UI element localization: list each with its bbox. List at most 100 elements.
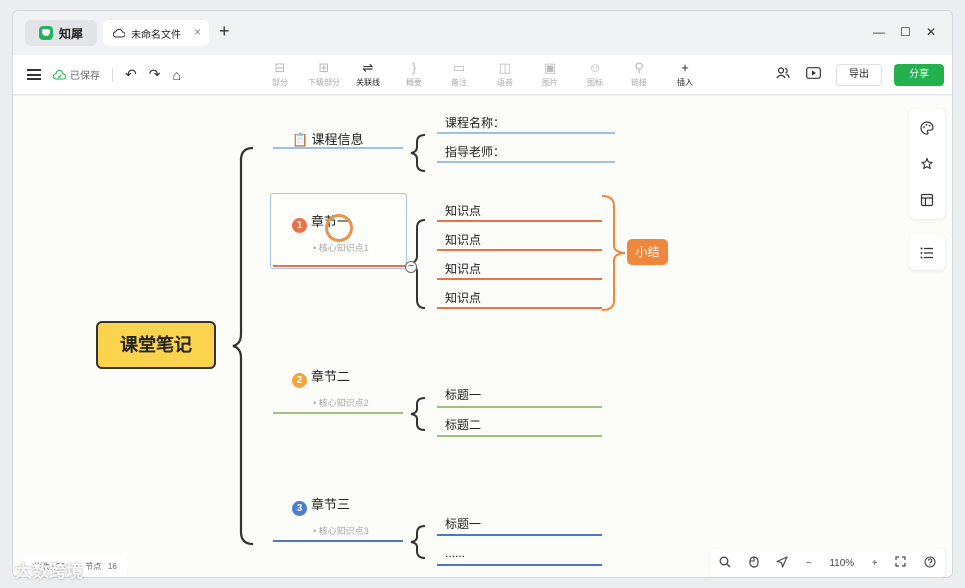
format-painter-icon[interactable]: ⌂ [172,67,180,83]
tool-relation-line[interactable]: ⇌ 关联线 [351,59,385,88]
tool-image[interactable]: ▣ 图片 [533,59,567,88]
chapter-3-sub-text: 核心知识点3 [318,526,369,536]
image-icon: ▣ [543,60,557,75]
tool-voice-label: 语音 [497,78,513,87]
summary-icon: } [411,60,417,75]
relation-line-icon: ⇌ [362,60,374,75]
voice-icon: ◫ [498,60,512,75]
zoom-in-button[interactable]: + [872,558,878,569]
tool-relation-line-label: 关联线 [356,78,380,87]
magic-icon[interactable] [909,145,945,181]
tool-summary[interactable]: } 概要 [397,59,431,88]
root-node[interactable]: 课堂笔记 [96,321,216,369]
document-tab-title: 未命名文件 [131,29,181,41]
teacher-underline [437,161,615,163]
chapter-2-node[interactable]: 2 章节二 [292,366,350,388]
tool-part[interactable]: ⊟ 部分 [263,59,297,88]
tool-emoji-label: 图标 [587,78,603,87]
heading-2-2-underline [437,435,602,437]
minimize-button[interactable]: — [873,25,885,39]
heading-2-2-node[interactable]: 标题二 [445,416,481,433]
chapter-3-node[interactable]: 3 章节三 [292,494,350,516]
teacher-node[interactable]: 指导老师： [445,143,505,160]
chapter-2-sub: • 核心知识点2 [313,398,369,408]
course-info-underline [273,147,403,149]
tool-link[interactable]: ⚲ 链接 [622,59,656,88]
palette-icon[interactable] [909,109,945,145]
number-3-icon: 3 [292,501,307,516]
knowledge-underline-4 [437,307,602,309]
knowledge-node-2[interactable]: 知识点 [445,231,481,248]
collapse-toggle[interactable]: − [405,261,417,273]
chapter-1-sub: • 核心知识点1 [313,243,369,253]
toolbar: 已保存 ↶ ↷ ⌂ ⊟ 部分 ⊞ 下级部分 ⇌ 关联线 } 概要 ▭ 备注 ◫ 语音 ▣ 图片… [13,55,952,95]
document-tab[interactable]: 未命名文件 × [103,20,209,46]
share-button[interactable]: 分享 [894,64,944,86]
tool-insert[interactable]: + 插入 [668,59,702,88]
app-window: 知犀 未命名文件 × + — ☐ ✕ 已保存 ↶ ↷ ⌂ ⊟ 部分 ⊞ 下级部分 ⇌… [12,10,953,578]
knowledge-underline-3 [437,278,602,280]
search-icon[interactable] [719,556,731,571]
menu-icon[interactable] [27,69,41,80]
clipboard-icon: 📋 [292,132,309,147]
outline-panel [909,234,945,270]
knowledge-node-3[interactable]: 知识点 [445,260,481,277]
chapter-3-underline [273,540,403,542]
mouse-mode-icon[interactable] [748,555,759,571]
course-info-node[interactable]: 📋 课程信息 [292,129,364,148]
node-count-label: 节点 [85,561,102,571]
subpart-icon: ⊞ [318,60,330,75]
present-icon[interactable] [806,66,821,82]
cloud-icon [113,28,125,38]
note-icon: ▭ [452,60,466,75]
tool-note[interactable]: ▭ 备注 [442,59,476,88]
knowledge-node-4[interactable]: 知识点 [445,289,481,306]
locate-icon[interactable] [776,555,788,571]
maximize-button[interactable]: ☐ [900,25,911,39]
knowledge-node-1[interactable]: 知识点 [445,202,481,219]
mindmap-canvas[interactable]: 📋 课程信息 课程名称： 指导老师： 1 章节一 • 核心知识点1 − 知识点 知… [13,96,952,577]
new-tab-button[interactable]: + [219,21,230,42]
tool-link-label: 链接 [631,78,647,87]
node-count: 节点 16 [85,561,117,572]
outline-list-icon[interactable] [909,234,945,270]
course-name-node[interactable]: 课程名称： [445,114,505,131]
course-name-underline [437,132,615,134]
close-window-button[interactable]: ✕ [926,25,936,39]
heading-3-2-node[interactable]: ...... [445,546,465,560]
summary-node[interactable]: 小结 [627,239,668,265]
help-icon[interactable] [924,555,936,571]
export-button[interactable]: 导出 [836,64,882,86]
chapter-1-underline [273,265,405,267]
course-info-title: 课程信息 [311,132,364,147]
chapter-2-sub-text: 核心知识点2 [318,398,369,408]
cursor-highlight [325,214,353,242]
tool-part-label: 部分 [272,78,288,87]
tool-subpart-label: 下级部分 [308,78,340,87]
heading-3-1-node[interactable]: 标题一 [445,515,481,532]
number-1-icon: 1 [292,218,307,233]
style-panel [909,109,945,219]
app-logo-icon [39,26,53,40]
chapter-1-sub-text: 核心知识点1 [318,243,369,253]
tool-emoji[interactable]: ☺ 图标 [578,59,612,88]
tool-note-label: 备注 [451,78,467,87]
tool-summary-label: 概要 [406,78,422,87]
tool-insert-label: 插入 [677,78,693,87]
zoom-out-button[interactable]: − [806,558,812,569]
redo-icon[interactable]: ↷ [149,66,161,83]
undo-icon[interactable]: ↶ [125,66,137,83]
close-tab-icon[interactable]: × [194,25,201,39]
tool-subpart[interactable]: ⊞ 下级部分 [307,59,341,88]
chapter-2-title: 章节二 [311,369,351,384]
collaborators-icon[interactable] [776,66,790,82]
fullscreen-icon[interactable] [895,556,906,570]
zoom-level: 110% [829,557,855,569]
zoom-bar: − 110% + [710,549,945,577]
app-home-tab[interactable]: 知犀 [25,20,97,46]
heading-2-1-node[interactable]: 标题一 [445,386,481,403]
layout-icon[interactable] [909,181,945,217]
tool-voice[interactable]: ◫ 语音 [488,59,522,88]
heading-3-1-underline [437,534,602,536]
title-bar: 知犀 未命名文件 × + — ☐ ✕ [13,11,952,55]
